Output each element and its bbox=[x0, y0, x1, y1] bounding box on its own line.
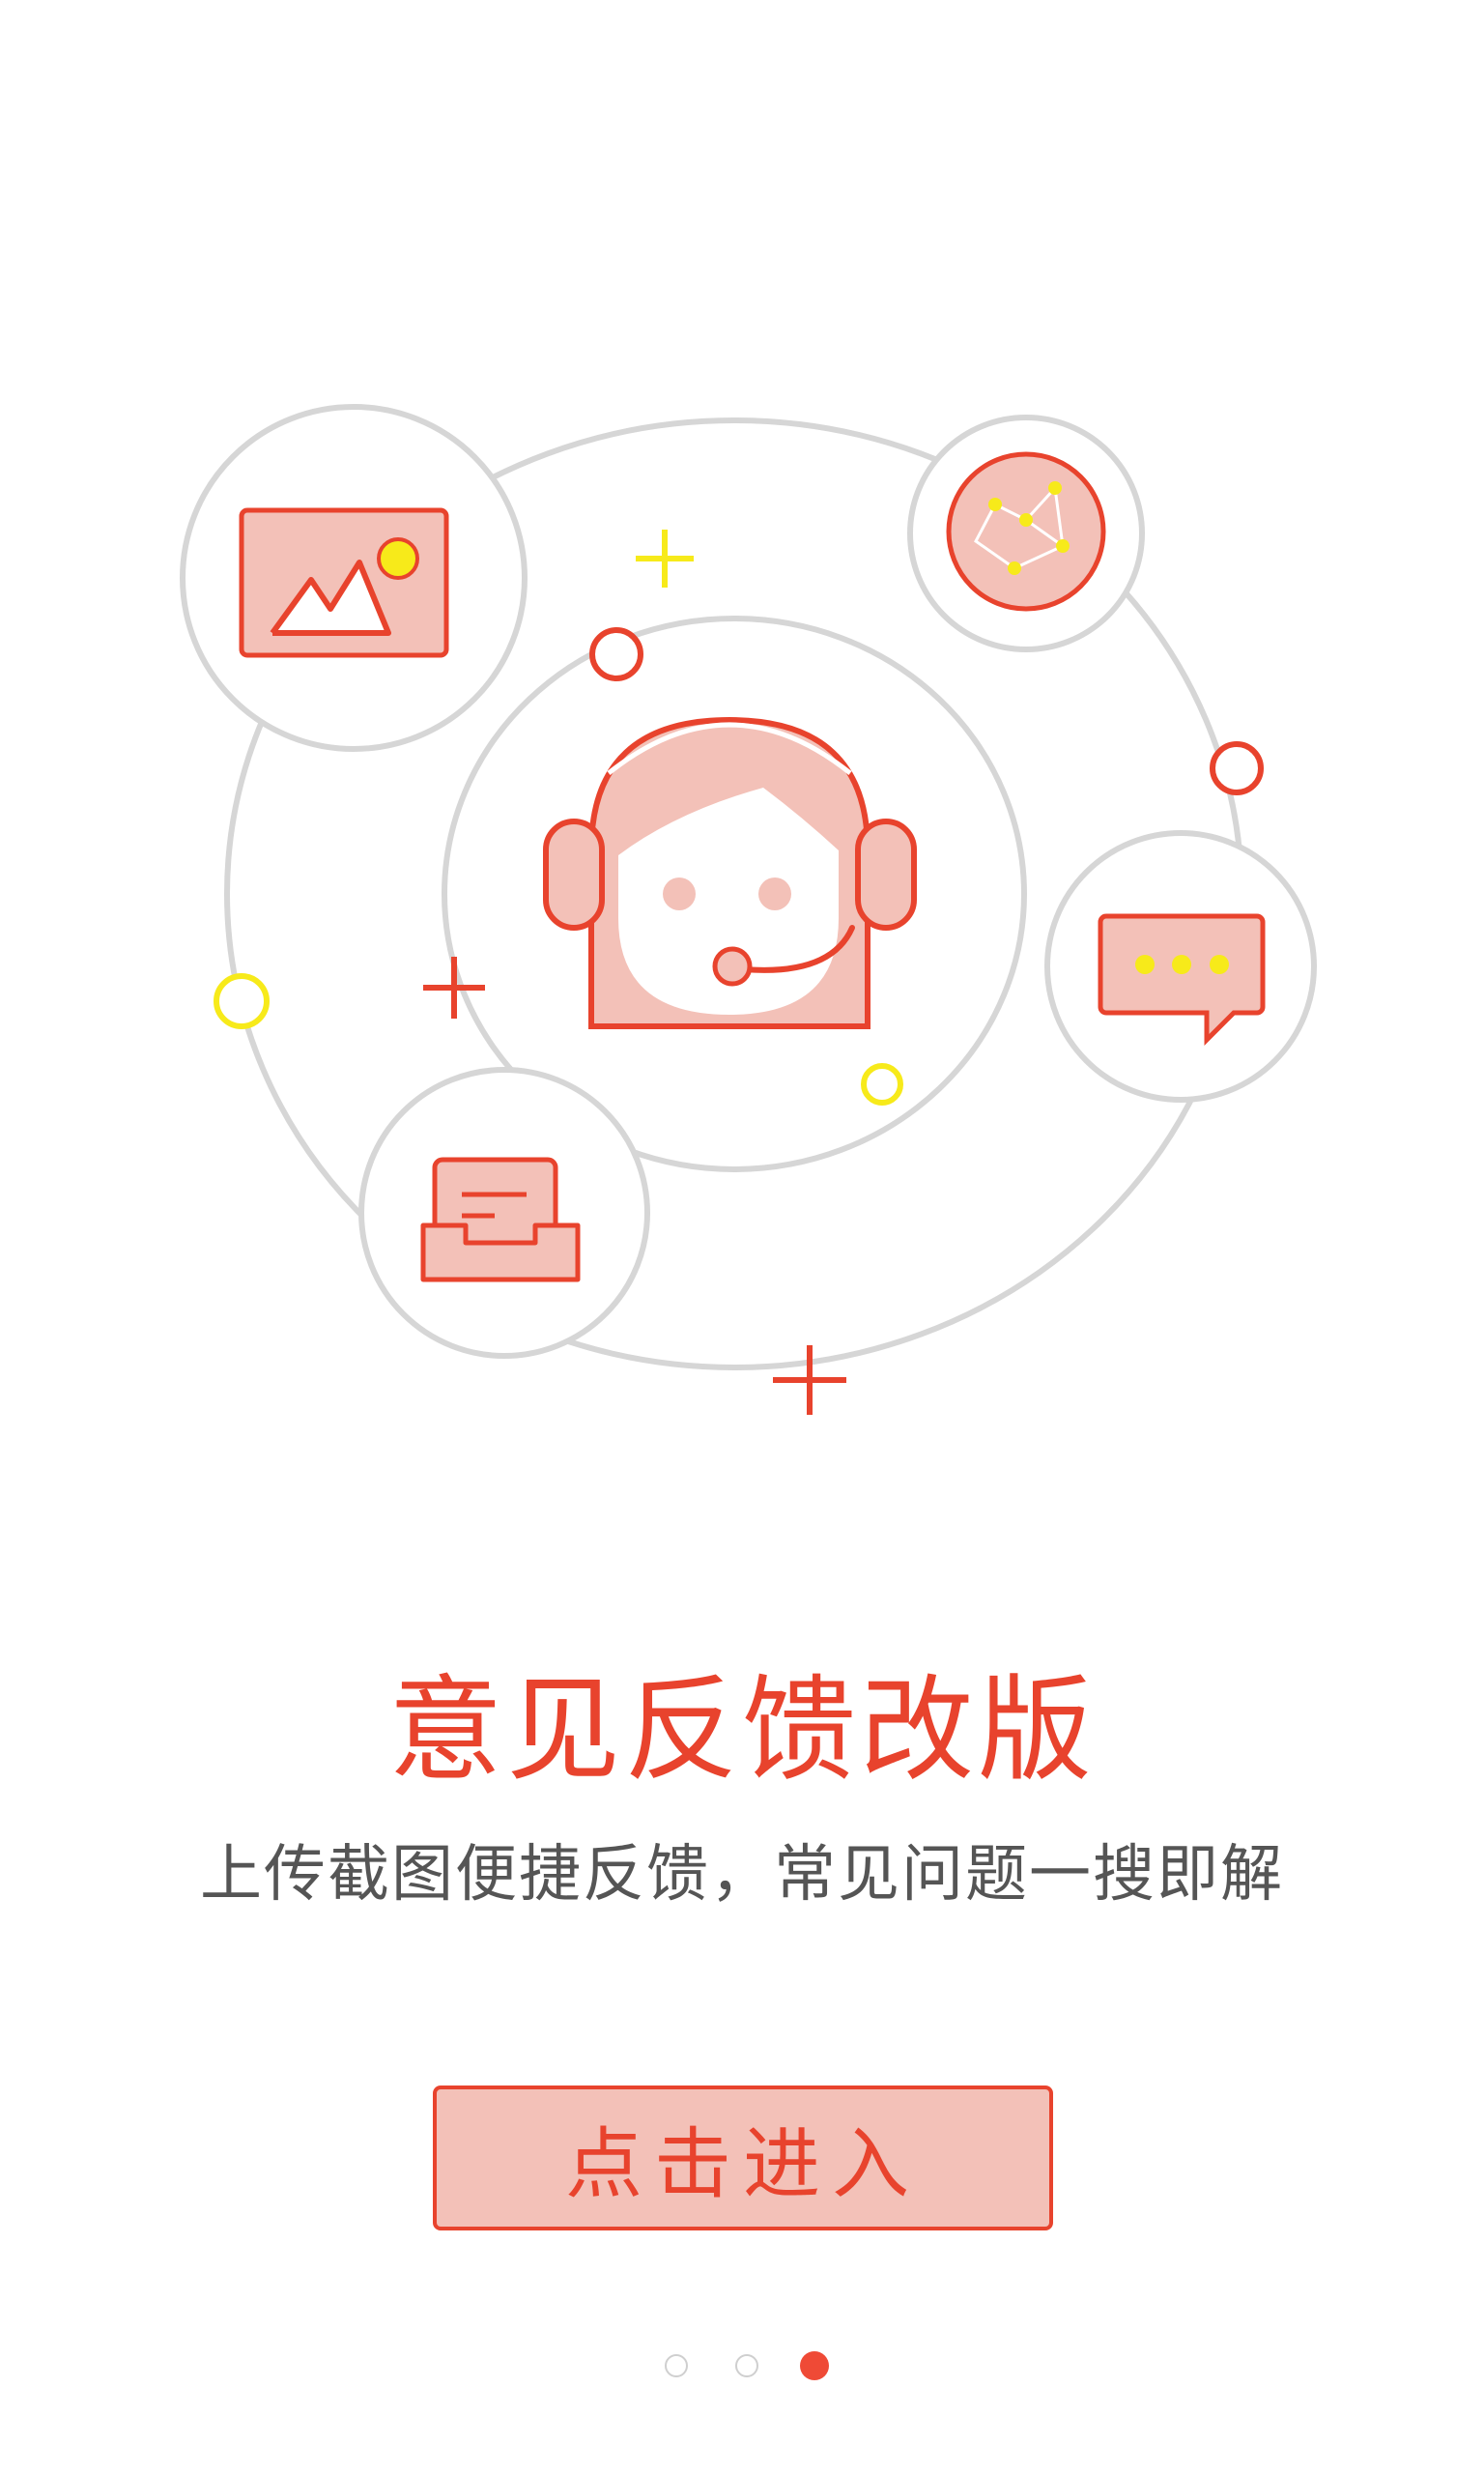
ring-sparkle-2 bbox=[1210, 741, 1264, 795]
page-title: 意见反馈改版 bbox=[387, 1663, 1096, 1797]
globe-bubble bbox=[907, 415, 1145, 652]
page-dot-2[interactable] bbox=[735, 2354, 758, 2377]
chat-bubble bbox=[1044, 830, 1317, 1103]
globe-icon bbox=[946, 451, 1106, 612]
ring-sparkle-3 bbox=[214, 973, 270, 1029]
ring-sparkle-1 bbox=[589, 627, 643, 681]
page-dot-1[interactable] bbox=[665, 2354, 688, 2377]
feedback-illustration bbox=[180, 404, 1317, 1415]
page-dot-3[interactable] bbox=[800, 2351, 829, 2380]
tray-bubble bbox=[358, 1067, 650, 1359]
enter-button[interactable]: 点击进入 bbox=[433, 2086, 1053, 2230]
image-bubble bbox=[180, 404, 528, 752]
page-subtitle: 上传截图便捷反馈，常见问题一搜即解 bbox=[200, 1839, 1284, 1911]
document-tray-icon bbox=[420, 1157, 581, 1282]
plus-sparkle-1 bbox=[636, 530, 694, 588]
ring-sparkle-4 bbox=[861, 1063, 903, 1106]
image-icon bbox=[239, 507, 449, 658]
page-indicator bbox=[0, 2348, 1484, 2387]
